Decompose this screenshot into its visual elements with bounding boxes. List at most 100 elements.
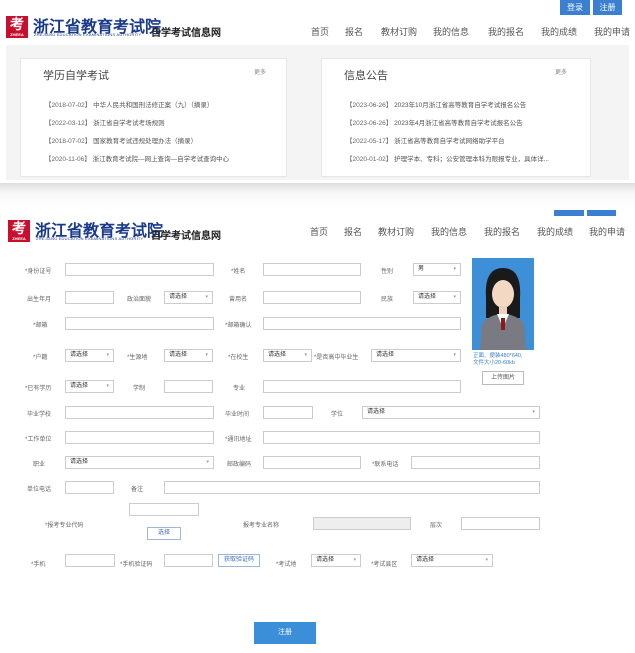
unit-phone-input[interactable] — [65, 481, 114, 494]
degree-label: 学位 — [331, 412, 344, 418]
nav-my-registration[interactable]: 我的报名 — [484, 225, 520, 238]
more-link[interactable]: 更多 — [254, 67, 266, 76]
contact-phone-input[interactable] — [411, 456, 540, 469]
news-item[interactable]: 【2022-05-17】 浙江省高等教育自学考试网络助学平台 — [346, 135, 581, 145]
nav-home[interactable]: 首页 — [311, 25, 329, 38]
id-number-input[interactable] — [65, 263, 214, 276]
nav-books[interactable]: 教材订购 — [378, 225, 414, 238]
nav-my-registration[interactable]: 我的报名 — [488, 25, 524, 38]
register-button[interactable]: 注册 — [593, 0, 622, 15]
guide-code-input[interactable] — [129, 503, 199, 516]
login-button[interactable]: 登录 — [560, 0, 590, 15]
nav-register[interactable]: 报名 — [345, 25, 363, 38]
screenshot-divider — [0, 183, 635, 207]
email-confirm-label: *邮箱确认 — [225, 323, 252, 329]
mobile-input[interactable] — [65, 554, 115, 567]
nav-books[interactable]: 教材订购 — [381, 25, 417, 38]
used-name-input[interactable] — [263, 291, 361, 304]
panel-title: 信息公告 — [344, 70, 388, 82]
exam-city-select[interactable]: 请选择 ▾ — [311, 554, 361, 567]
mobile-code-label: *手机验证码 — [120, 562, 153, 568]
news-item[interactable]: 【2022-03-12】 浙江省自学考试考场规则 — [45, 117, 285, 127]
employer-label: *工作单位 — [25, 437, 52, 443]
degree-select[interactable]: 请选择 ▾ — [362, 406, 540, 419]
postcode-label: 邮政编码 — [227, 462, 252, 468]
news-item[interactable]: 【2018-07-02】 中华人民共和国刑法修正案（九）（摘录） — [45, 99, 285, 109]
occupation-select[interactable]: 请选择 ▾ — [65, 456, 214, 469]
nav-my-scores[interactable]: 我的成绩 — [541, 25, 577, 38]
name-input[interactable] — [263, 263, 361, 276]
exam-area-select[interactable]: 请选择 ▾ — [411, 554, 493, 567]
hukou-label: *户籍 — [33, 355, 48, 361]
school-system-label: 学制 — [133, 386, 146, 392]
occupation-label: 职业 — [33, 462, 46, 468]
site-tagline: 自学考试信息网 — [151, 28, 221, 39]
gender-select[interactable]: 男 ▾ — [413, 263, 461, 276]
grad-time-label: 毕业时间 — [225, 412, 250, 418]
register-button-edge[interactable] — [587, 210, 616, 216]
nav-my-info[interactable]: 我的信息 — [433, 25, 469, 38]
news-item[interactable]: 【2020-11-06】 浙江教育考试院—网上查询—自学考试查询中心 — [45, 153, 285, 163]
site-logo: 考 ZHEEA — [8, 220, 30, 242]
grad-school-input[interactable] — [65, 406, 214, 419]
hs-grad-select[interactable]: 请选择 ▾ — [371, 349, 461, 362]
news-item[interactable]: 【2020-01-02】 护理学本、专科；公安管理本科为限报专业，具体详... — [346, 153, 581, 163]
politics-label: 政治面貌 — [127, 297, 152, 303]
guide-name-label: 报考专业名称 — [243, 523, 280, 529]
school-system-input[interactable] — [164, 380, 213, 393]
mobile-label: *手机 — [31, 562, 46, 568]
nav-register[interactable]: 报名 — [344, 225, 362, 238]
current-student-select[interactable]: 请选择 ▾ — [263, 349, 312, 362]
hs-grad-label: *是否高中毕业生 — [314, 355, 359, 361]
more-link[interactable]: 更多 — [555, 67, 567, 76]
gender-label: 性别 — [381, 269, 394, 275]
remark-input[interactable] — [164, 481, 540, 494]
major-input[interactable] — [263, 380, 461, 393]
ethnicity-select[interactable]: 请选择 ▾ — [413, 291, 461, 304]
remark-label: 备注 — [131, 487, 144, 493]
email-confirm-input[interactable] — [263, 317, 461, 330]
nav-my-info[interactable]: 我的信息 — [431, 225, 467, 238]
nav-my-scores[interactable]: 我的成绩 — [537, 225, 573, 238]
login-button-edge[interactable] — [554, 210, 584, 216]
home-screenshot: 登录 注册 考 ZHEEA 浙江省教育考试院 ZHEJIANG EDUCATION… — [0, 0, 635, 190]
panel-announcements: 信息公告 更多 【2023-06-26】 2023年10月浙江省高等教育自学考试… — [321, 58, 591, 177]
mobile-code-input[interactable] — [164, 554, 213, 567]
news-item[interactable]: 【2018-07-02】 国家教育考试违规处理办法（摘录） — [45, 135, 285, 145]
site-subtitle: ZHEJIANG EDUCATION EXAMINATIONS AUTHORIT… — [34, 32, 142, 37]
politics-select[interactable]: 请选择 ▾ — [164, 291, 213, 304]
grad-school-label: 毕业学校 — [27, 412, 52, 418]
submit-register-button[interactable]: 注册 — [254, 622, 316, 644]
avatar-icon — [480, 268, 526, 350]
name-label: *姓名 — [231, 269, 246, 275]
nav-home[interactable]: 首页 — [310, 225, 328, 238]
id-number-label: *身份证号 — [25, 269, 52, 275]
id-photo-placeholder — [472, 258, 534, 350]
site-logo: 考 ZHEEA — [6, 16, 28, 38]
choose-major-button[interactable]: 选择 — [147, 527, 181, 540]
address-input[interactable] — [263, 431, 540, 444]
nav-my-application[interactable]: 我的申请 — [594, 25, 630, 38]
panel-self-study: 学历自学考试 更多 【2018-07-02】 中华人民共和国刑法修正案（九）（摘… — [20, 58, 287, 177]
upload-photo-button[interactable]: 上传图片 — [482, 371, 524, 385]
education-label: *已有学历 — [25, 386, 52, 392]
email-input[interactable] — [65, 317, 214, 330]
birth-label: 出生年月 — [27, 297, 52, 303]
level-input[interactable] — [461, 517, 540, 530]
birthplace-select[interactable]: 请选择 ▾ — [164, 349, 213, 362]
grad-time-input[interactable] — [263, 406, 313, 419]
news-item[interactable]: 【2023-06-26】 2023年10月浙江省高等教育自学考试报名公告 — [346, 99, 581, 109]
nav-my-application[interactable]: 我的申请 — [589, 225, 625, 238]
get-code-button[interactable]: 获取验证码 — [218, 554, 260, 567]
hukou-select[interactable]: 请选择 ▾ — [65, 349, 114, 362]
education-select[interactable]: 请选择 ▾ — [65, 380, 114, 393]
employer-input[interactable] — [65, 431, 214, 444]
guide-name-input — [313, 517, 411, 530]
panel-title: 学历自学考试 — [43, 70, 109, 82]
news-item[interactable]: 【2023-06-26】 2023年4月浙江省高等教育自学考试报名公告 — [346, 117, 581, 127]
guide-code-label: *报考专业代码 — [45, 523, 84, 529]
email-label: *邮箱 — [33, 323, 48, 329]
postcode-input[interactable] — [263, 456, 361, 469]
site-tagline: 自学考试信息网 — [151, 231, 221, 242]
birth-input[interactable] — [65, 291, 114, 304]
